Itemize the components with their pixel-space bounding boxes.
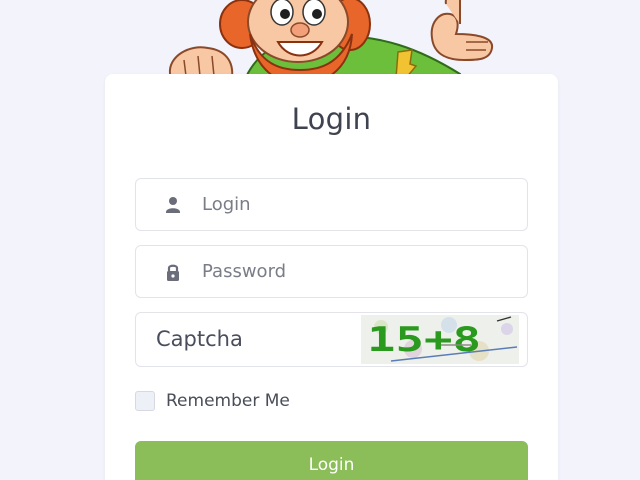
login-input[interactable] — [202, 179, 512, 230]
page-title: Login — [291, 102, 372, 136]
captcha-field[interactable]: 15+8 — [135, 312, 528, 367]
lock-icon — [163, 262, 183, 282]
login-field[interactable] — [135, 178, 528, 231]
password-field[interactable] — [135, 245, 528, 298]
remember-me[interactable]: Remember Me — [135, 391, 290, 411]
login-button[interactable]: Login — [135, 441, 528, 480]
user-icon — [163, 195, 183, 215]
password-input[interactable] — [202, 246, 512, 297]
captcha-input[interactable] — [156, 313, 356, 364]
login-card: Login Login Captcha 15+8 Remember Me Log… — [105, 74, 558, 480]
captcha-text: 15+8 — [367, 320, 481, 360]
captcha-image[interactable]: 15+8 — [361, 315, 519, 364]
remember-label[interactable]: Remember Me — [166, 391, 290, 411]
remember-checkbox[interactable] — [135, 391, 155, 411]
login-page: Login Login Captcha 15+8 Remember Me Log… — [0, 0, 640, 480]
